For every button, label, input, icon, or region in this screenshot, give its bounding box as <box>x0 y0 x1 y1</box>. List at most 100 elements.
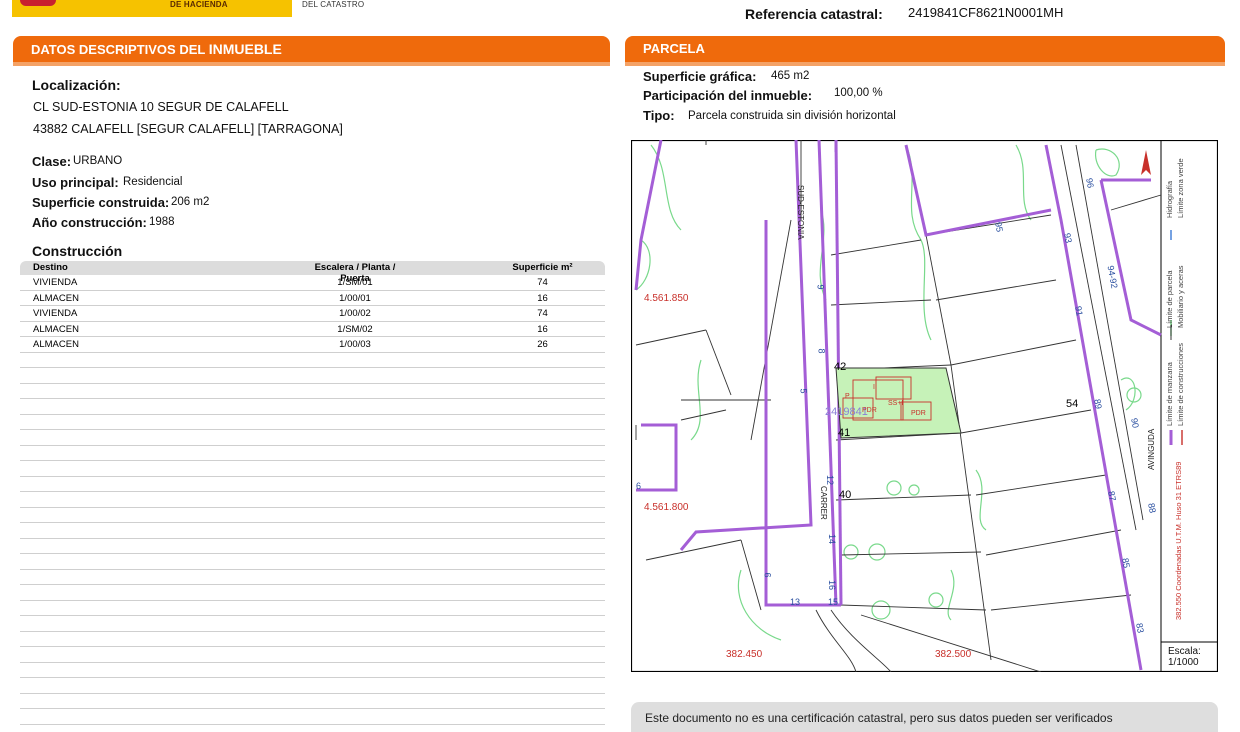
clase-label: Clase: <box>32 154 72 169</box>
street-label-top: SUD-ESTONIA <box>796 185 805 240</box>
header-destino: Destino <box>33 262 68 273</box>
superficie-value: 206 m2 <box>171 196 210 208</box>
legend-zona-verde: Límite zona verde <box>1176 158 1185 218</box>
street-number: 93 <box>1062 232 1074 244</box>
street-number: 6 <box>762 572 773 578</box>
escala-label: Escala: <box>1168 646 1201 657</box>
cell-escalera: 1/00/02 <box>339 308 371 319</box>
cell-destino: ALMACEN <box>33 292 79 304</box>
legend-construcciones: Límite de construcciones <box>1176 343 1185 426</box>
cell-destino: ALMACEN <box>33 323 79 335</box>
section-underline-right <box>625 62 1225 66</box>
legend-manzana: Límite de manzana <box>1165 362 1174 426</box>
cell-escalera: 1/00/03 <box>339 339 371 350</box>
catastro-label: DEL CATASTRO <box>302 0 365 9</box>
referencia-value: 2419841CF8621N0001MH <box>908 5 1064 20</box>
anio-value: 1988 <box>149 216 175 228</box>
cell-superficie: 16 <box>537 323 548 335</box>
cadastral-map <box>631 140 1218 672</box>
ministry-label: DE HACIENDA <box>170 0 228 9</box>
legend-hidrografia: Hidrografía <box>1165 180 1174 218</box>
empty-table-row <box>20 477 605 492</box>
empty-table-row <box>20 694 605 709</box>
street-label-bottom: CARRER <box>819 486 828 520</box>
table-row: ALMACEN 1/00/01 16 <box>20 291 605 306</box>
table-row: VIVIENDA 1/SM/01 74 <box>20 275 605 291</box>
street-number: 89 <box>1092 398 1104 410</box>
cell-destino: ALMACEN <box>33 339 79 350</box>
street-number: 96 <box>1084 177 1096 189</box>
empty-table-row <box>20 539 605 554</box>
block-number: 41 <box>838 427 851 439</box>
empty-table-row <box>20 384 605 399</box>
cell-destino: VIVIENDA <box>33 277 78 288</box>
street-number: 9 <box>815 284 826 290</box>
localizacion-label: Localización: <box>32 77 121 93</box>
empty-table-row <box>20 523 605 539</box>
empty-table-row <box>20 616 605 632</box>
info-text: Este documento no es una certificación c… <box>645 711 1113 725</box>
empty-table-row <box>20 368 605 384</box>
table-row: ALMACEN 1/SM/02 16 <box>20 322 605 337</box>
cell-escalera: 1/SM/02 <box>337 323 373 335</box>
cell-destino: VIVIENDA <box>33 308 78 319</box>
empty-table-row <box>20 632 605 647</box>
uso-value: Residencial <box>123 176 183 188</box>
address-line-1: CL SUD-ESTONIA 10 SEGUR DE CALAFELL <box>33 100 289 114</box>
block-number: 54 <box>1066 398 1079 410</box>
block-number: 42 <box>834 361 847 373</box>
table-row: ALMACEN 1/00/03 26 <box>20 337 605 353</box>
empty-table-row <box>20 709 605 725</box>
construccion-table: Destino Escalera / Planta / Puerta Super… <box>20 261 605 725</box>
street-number: 14 <box>827 533 838 545</box>
cell-superficie: 74 <box>537 277 548 288</box>
coord-x2: 382.500 <box>935 649 972 660</box>
superficie-grafica-label: Superficie gráfica: <box>643 69 757 84</box>
cell-superficie: 16 <box>537 292 548 304</box>
empty-table-row <box>20 647 605 663</box>
street-number: 83 <box>1134 622 1146 634</box>
empty-table-row <box>20 585 605 601</box>
block-number: 40 <box>839 489 852 501</box>
building-label: SS+I <box>888 400 904 407</box>
street-number: 13 <box>790 597 801 607</box>
coat-of-arms-icon <box>20 0 56 6</box>
empty-table-row <box>20 678 605 694</box>
cell-escalera: 1/00/01 <box>339 292 371 304</box>
street-number: 88 <box>1146 502 1158 514</box>
empty-table-row <box>20 399 605 415</box>
superficie-grafica-value: 465 m2 <box>771 70 810 82</box>
utm-label: 382.550 Coordenadas U.T.M. Huso 31 ETRS8… <box>1174 461 1183 620</box>
section-title-bold: INMUEBLE <box>208 41 282 57</box>
header-superficie: Superficie m² <box>512 262 573 273</box>
coord-y1: 4.561.850 <box>644 293 689 304</box>
section-title-prefix: DATOS DESCRIPTIVOS DEL <box>31 42 209 57</box>
section-header-parcela: PARCELA <box>625 36 1225 62</box>
table-header: Destino Escalera / Planta / Puerta Super… <box>20 261 605 284</box>
clase-value: URBANO <box>73 155 123 167</box>
empty-table-row <box>20 430 605 446</box>
street-number: 90 <box>1129 417 1141 429</box>
street-number: 15 <box>828 597 839 607</box>
coord-x1: 382.450 <box>726 649 763 660</box>
street-number: 95 <box>993 221 1005 233</box>
empty-table-row <box>20 492 605 508</box>
street-number: 85 <box>1120 557 1132 569</box>
building-label: I <box>873 384 875 391</box>
cell-superficie: 26 <box>537 339 548 350</box>
empty-table-rows <box>20 353 605 725</box>
empty-table-row <box>20 570 605 585</box>
legend-parcela: Límite de parcela <box>1165 270 1174 328</box>
section-header-inmueble: DATOS DESCRIPTIVOS DEL INMUEBLE <box>13 36 610 62</box>
street-number: 16 <box>827 579 838 591</box>
street-number: 87 <box>1106 490 1118 502</box>
cell-escalera: 1/SM/01 <box>337 277 373 288</box>
uso-label: Uso principal: <box>32 175 119 190</box>
building-label: P <box>845 393 850 400</box>
empty-table-row <box>20 353 605 368</box>
tipo-label: Tipo: <box>643 108 675 123</box>
escala-value: 1/1000 <box>1168 657 1199 668</box>
referencia-label: Referencia catastral: <box>745 6 883 22</box>
construccion-title: Construcción <box>32 243 123 259</box>
address-line-2: 43882 CALAFELL [SEGUR CALAFELL] [TARRAGO… <box>33 122 343 136</box>
